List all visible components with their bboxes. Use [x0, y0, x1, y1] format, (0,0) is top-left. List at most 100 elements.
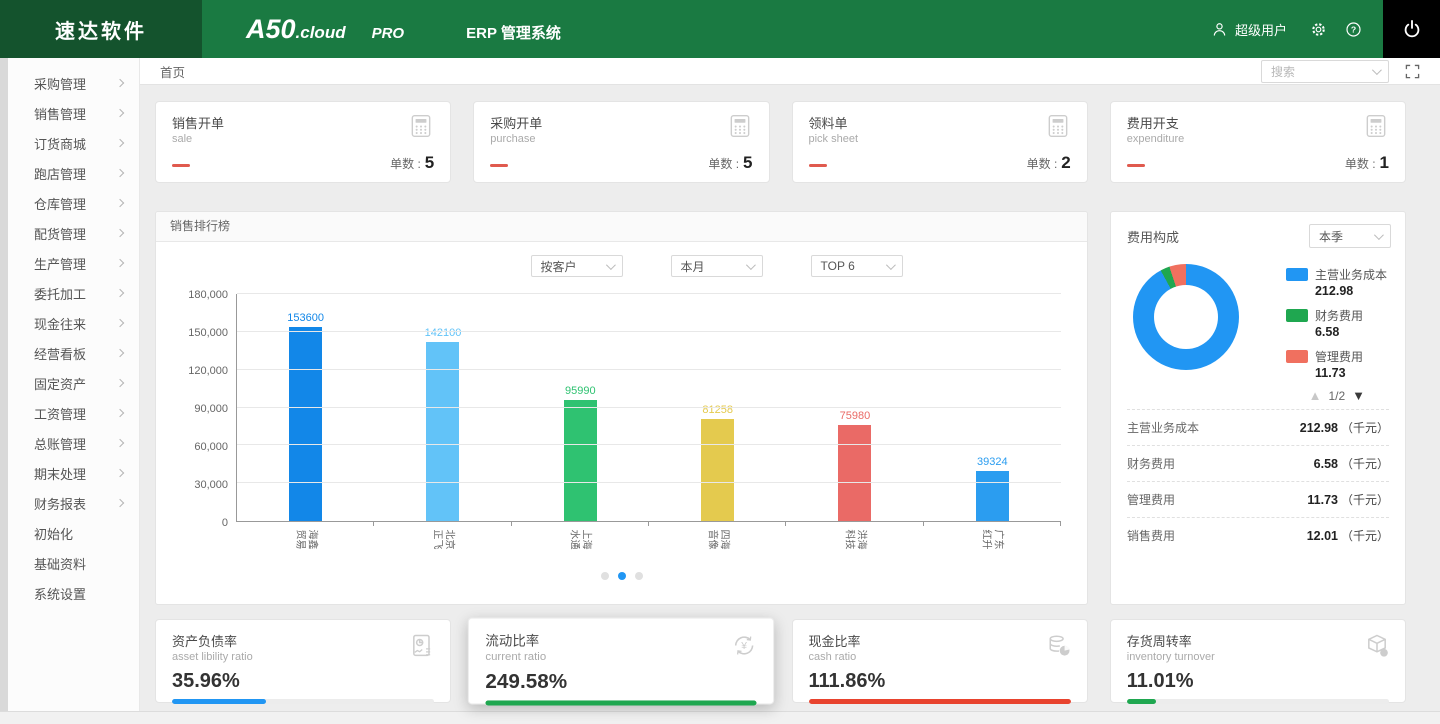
bar-rect: [564, 400, 597, 521]
global-search-placeholder: 搜索: [1271, 63, 1295, 80]
legend-pager: ▲ 1/2 ▼: [1111, 380, 1405, 409]
filter-period-select[interactable]: 本月: [671, 255, 763, 277]
chevron-down-icon: [745, 260, 755, 270]
bar-2[interactable]: 95990上海水通: [512, 294, 649, 521]
metric-card-cash-ratio[interactable]: 现金比率 cash ratio 111.86%: [792, 619, 1088, 703]
legend-item-1[interactable]: 财务费用6.58: [1286, 307, 1387, 339]
sidebar-item-label: 经营看板: [34, 344, 86, 363]
y-tick-label: 30,000: [174, 479, 228, 491]
y-tick-label: 180,000: [174, 289, 228, 301]
x-axis-label: 广东红升: [981, 527, 1004, 553]
sidebar-item-label: 仓库管理: [34, 194, 86, 213]
sidebar-item-label: 初始化: [34, 524, 73, 543]
sidebar-item-2[interactable]: 订货商城: [8, 128, 139, 158]
legend-item-0[interactable]: 主营业务成本212.98: [1286, 266, 1387, 298]
carousel-dot-2[interactable]: [635, 572, 643, 580]
sidebar-item-16[interactable]: 基础资料: [8, 548, 139, 578]
user-icon: [1210, 20, 1229, 39]
gear-icon[interactable]: [1309, 20, 1328, 39]
gridline: [237, 444, 1061, 445]
user-name: 超级用户: [1235, 20, 1287, 39]
system-name: ERP 管理系统: [466, 22, 561, 43]
sidebar-item-10[interactable]: 固定资产: [8, 368, 139, 398]
sidebar-item-13[interactable]: 期末处理: [8, 458, 139, 488]
expense-period-select[interactable]: 本季: [1309, 224, 1391, 248]
sidebar-item-14[interactable]: 财务报表: [8, 488, 139, 518]
bar-4[interactable]: 75980洪海科技: [786, 294, 923, 521]
header-actions: 超级用户 ?: [1210, 0, 1440, 58]
bar-0[interactable]: 153600海鑫贸易: [237, 294, 374, 521]
metric-card-current-ratio[interactable]: 流动比率 current ratio 249.58% ¥: [468, 618, 775, 705]
filter-top-select[interactable]: TOP 6: [811, 255, 903, 277]
bar-1[interactable]: 142100北京正飞: [374, 294, 511, 521]
sidebar-item-0[interactable]: 采购管理: [8, 68, 139, 98]
sidebar-item-label: 总账管理: [34, 434, 86, 453]
stat-title: 销售开单: [172, 113, 224, 132]
sidebar-item-8[interactable]: 现金往来: [8, 308, 139, 338]
sidebar-item-7[interactable]: 委托加工: [8, 278, 139, 308]
chevron-right-icon: [116, 349, 124, 357]
chevron-right-icon: [116, 289, 124, 297]
sidebar-item-label: 销售管理: [34, 104, 86, 123]
x-axis-label: 四海音像: [706, 527, 729, 553]
sidebar-item-6[interactable]: 生产管理: [8, 248, 139, 278]
legend-swatch: [1286, 268, 1308, 281]
sidebar-item-label: 配货管理: [34, 224, 86, 243]
sidebar-item-12[interactable]: 总账管理: [8, 428, 139, 458]
bar-rect: [289, 327, 322, 521]
legend-label: 主营业务成本: [1315, 266, 1387, 283]
stat-card-pick-sheet[interactable]: 领料单 pick sheet 单数 :: [792, 101, 1088, 183]
gridline: [237, 293, 1061, 294]
sidebar-item-label: 订货商城: [34, 134, 86, 153]
page-down-icon[interactable]: ▼: [1352, 388, 1365, 403]
chevron-right-icon: [116, 319, 124, 327]
fee-label: 财务费用: [1127, 455, 1175, 472]
page-up-icon[interactable]: ▲: [1309, 388, 1322, 403]
red-dash: [809, 164, 827, 167]
help-icon[interactable]: ?: [1344, 20, 1363, 39]
stat-count: 单数 :5: [390, 153, 434, 173]
filter-by-customer-select[interactable]: 按客户: [531, 255, 623, 277]
stat-title: 采购开单: [490, 113, 542, 132]
stat-card-expenditure[interactable]: 费用开支 expenditure 单数: [1110, 101, 1406, 183]
fee-value: 11.73（千元）: [1307, 491, 1389, 508]
sidebar-item-5[interactable]: 配货管理: [8, 218, 139, 248]
sidebar-item-3[interactable]: 跑店管理: [8, 158, 139, 188]
logout-button[interactable]: [1383, 0, 1440, 58]
stat-subtitle: expenditure: [1127, 133, 1185, 145]
carousel-dot-0[interactable]: [601, 572, 609, 580]
page-indicator: 1/2: [1328, 389, 1345, 403]
bar-groups: 153600海鑫贸易142100北京正飞95990上海水通81258四海音像75…: [237, 294, 1061, 521]
horizontal-scrollbar[interactable]: [0, 711, 1440, 724]
carousel-dot-1[interactable]: [618, 572, 626, 580]
sidebar-item-11[interactable]: 工资管理: [8, 398, 139, 428]
sidebar-item-4[interactable]: 仓库管理: [8, 188, 139, 218]
chevron-down-icon: [1372, 65, 1382, 75]
user-menu[interactable]: 超级用户: [1210, 20, 1287, 39]
stat-card-sale[interactable]: 销售开单 sale 单数 :5: [155, 101, 451, 183]
x-axis-label: 洪海科技: [843, 527, 866, 553]
metric-card-asset-liability-ratio[interactable]: 资产负债率 asset libility ratio 35.96%: [155, 619, 451, 703]
chevron-right-icon: [116, 79, 124, 87]
sidebar-item-15[interactable]: 初始化: [8, 518, 139, 548]
legend-value: 212.98: [1315, 284, 1387, 298]
sidebar-item-label: 生产管理: [34, 254, 86, 273]
metric-card-inventory-turnover[interactable]: 存货周转率 inventory turnover 11.01%: [1110, 619, 1406, 703]
sidebar-item-1[interactable]: 销售管理: [8, 98, 139, 128]
y-tick-label: 60,000: [174, 441, 228, 453]
fee-value: 6.58（千元）: [1314, 455, 1389, 472]
legend-item-2[interactable]: 管理费用11.73: [1286, 348, 1387, 380]
fullscreen-icon[interactable]: [1405, 64, 1420, 79]
bar-5[interactable]: 39324广东红升: [924, 294, 1061, 521]
stat-card-purchase[interactable]: 采购开单 purchase 单数 :5: [473, 101, 769, 183]
sidebar-item-9[interactable]: 经营看板: [8, 338, 139, 368]
x-axis-label: 上海水通: [569, 527, 592, 553]
y-axis-labels: 030,00060,00090,000120,000150,000180,000: [174, 294, 228, 522]
bar-3[interactable]: 81258四海音像: [649, 294, 786, 521]
breadcrumb[interactable]: 首页: [160, 62, 185, 81]
global-search-select[interactable]: 搜索: [1261, 60, 1389, 83]
stat-count: 单数 :2: [1027, 153, 1071, 173]
sidebar-item-17[interactable]: 系统设置: [8, 578, 139, 608]
expense-donut[interactable]: [1133, 264, 1239, 370]
sidebar-item-label: 工资管理: [34, 404, 86, 423]
